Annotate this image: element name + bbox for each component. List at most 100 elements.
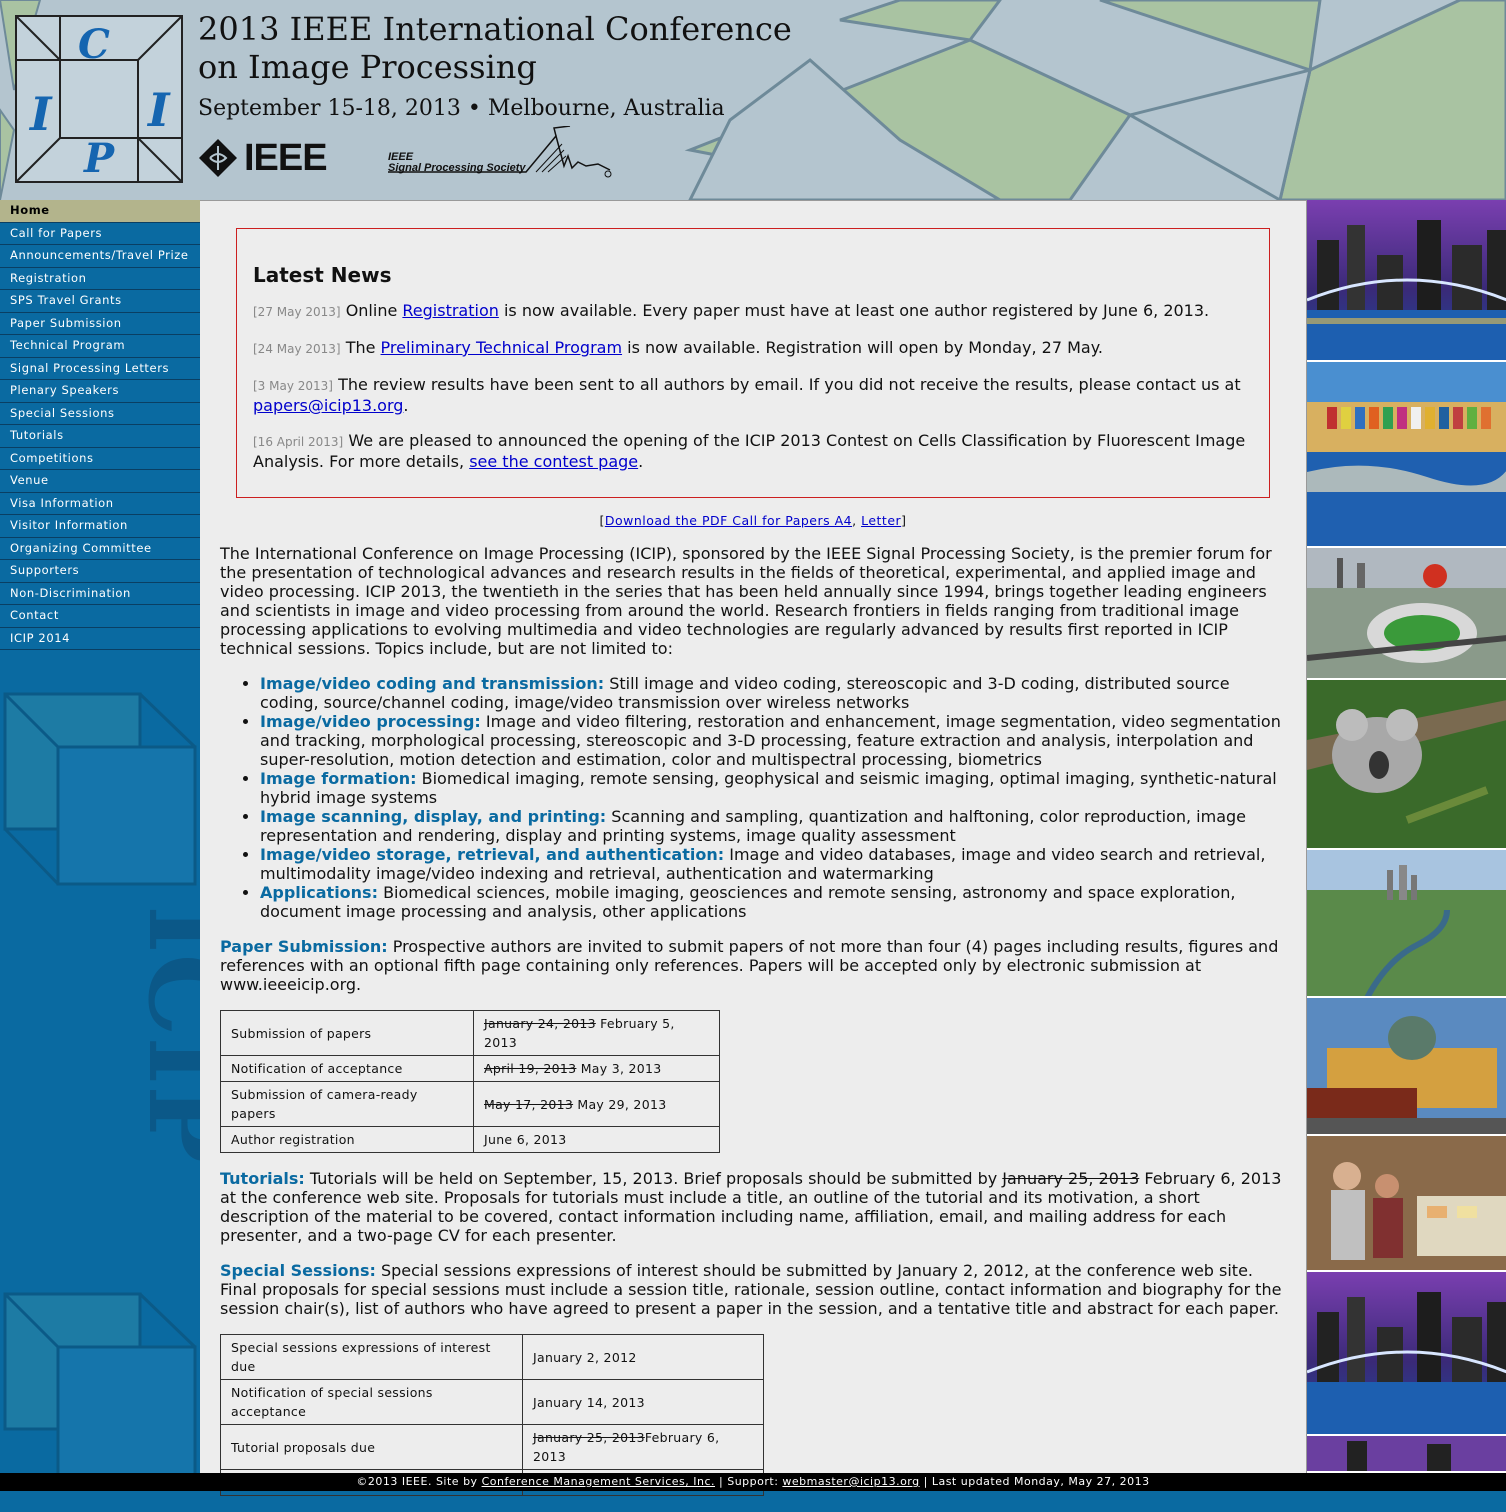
table-row: Notification of special sessions accepta… (220, 1379, 764, 1425)
nav-item-home[interactable]: Home (0, 200, 200, 223)
nav-item-announcements-travel-prize[interactable]: Announcements/Travel Prize (0, 245, 200, 268)
news-link[interactable]: papers@icip13.org (253, 396, 403, 415)
table-row: Submission of papers January 24, 2013 Feb… (220, 1010, 720, 1056)
footer-email-link[interactable]: webmaster@icip13.org (782, 1475, 919, 1488)
news-item: [24 May 2013] The Preliminary Technical … (253, 338, 1253, 359)
ieee-logo-text: IEEE (244, 136, 328, 179)
photo-melbourne-skyline-night (1307, 200, 1506, 362)
nav-item-sps-travel-grants[interactable]: SPS Travel Grants (0, 290, 200, 313)
topic-heading: Image/video processing: (260, 712, 481, 731)
date-label: Notification of special sessions accepta… (220, 1379, 523, 1425)
tutorials-old-date: January 25, 2013 (1002, 1169, 1140, 1188)
footer-support-label: | Support: (715, 1475, 783, 1488)
ieee-diamond-icon (199, 139, 237, 177)
nav-item-contact[interactable]: Contact (0, 605, 200, 628)
nav-item-venue[interactable]: Venue (0, 470, 200, 493)
nav-item-tutorials[interactable]: Tutorials (0, 425, 200, 448)
nav-item-competitions[interactable]: Competitions (0, 447, 200, 470)
news-text-post: . (638, 452, 644, 471)
nav-item-organizing-committee[interactable]: Organizing Committee (0, 537, 200, 560)
topic-item: Image/video coding and transmission: Sti… (260, 674, 1282, 712)
footer-cms-link[interactable]: Conference Management Services, Inc. (482, 1475, 715, 1488)
news-text-pre: Online (340, 301, 403, 320)
date-label: Tutorial proposals due (220, 1424, 523, 1470)
news-link[interactable]: see the contest page (469, 452, 638, 471)
nav-item-call-for-papers[interactable]: Call for Papers (0, 222, 200, 245)
news-text-pre: The review results have been sent to all… (332, 375, 1241, 394)
paper-submission-paragraph: Paper Submission: Prospective authors ar… (220, 937, 1282, 994)
topic-heading: Image scanning, display, and printing: (260, 807, 607, 826)
ieee-logo[interactable]: IEEE (198, 136, 328, 179)
bracket-close: ] (901, 513, 907, 528)
photo-koala (1307, 680, 1506, 850)
topic-item: Applications: Biomedical sciences, mobil… (260, 883, 1282, 921)
latest-news-box: Latest News [27 May 2013] Online Registr… (236, 228, 1270, 498)
main-nav: Home Call for Papers Announcements/Travel … (0, 200, 200, 650)
separator: , (852, 513, 862, 528)
main-content: Latest News [27 May 2013] Online Registr… (200, 200, 1306, 1496)
old-date: April 19, 2013 (484, 1061, 577, 1076)
photo-melbourne-skyline-night-2 (1307, 1272, 1506, 1436)
site-header: C I I P 2013 IEEE International Conferen… (0, 0, 1506, 200)
news-date: [3 May 2013] (253, 379, 333, 393)
topics-list: Image/video coding and transmission: Sti… (220, 674, 1282, 921)
nav-item-signal-processing-letters[interactable]: Signal Processing Letters (0, 357, 200, 380)
new-date: May 29, 2013 (573, 1096, 667, 1112)
topic-item: Image scanning, display, and printing: S… (260, 807, 1282, 845)
photo-melbourne-aerial (1307, 850, 1506, 998)
date-label: Notification of acceptance (220, 1055, 474, 1082)
nav-item-plenary-speakers[interactable]: Plenary Speakers (0, 380, 200, 403)
news-text-pre: The (340, 338, 381, 357)
topic-heading: Applications: (260, 883, 378, 902)
nav-item-icip-2014[interactable]: ICIP 2014 (0, 627, 200, 650)
nav-item-technical-program[interactable]: Technical Program (0, 335, 200, 358)
intro-paragraph: The International Conference on Image Pr… (220, 544, 1272, 658)
latest-news-title: Latest News (253, 263, 392, 287)
news-item: [3 May 2013] The review results have bee… (253, 375, 1253, 415)
date-label: Author registration (220, 1126, 474, 1153)
download-letter-link[interactable]: Letter (861, 513, 901, 528)
svg-text:P: P (83, 135, 116, 182)
date-value: June 6, 2013 (473, 1126, 720, 1153)
nav-item-non-discrimination[interactable]: Non-Discrimination (0, 582, 200, 605)
tutorials-text-pre: Tutorials will be held on September, 15,… (304, 1169, 1003, 1188)
nav-item-supporters[interactable]: Supporters (0, 560, 200, 583)
news-link[interactable]: Preliminary Technical Program (381, 338, 623, 357)
table-row: Author registration June 6, 2013 (220, 1126, 720, 1153)
nav-item-visa-information[interactable]: Visa Information (0, 492, 200, 515)
new-date: May 3, 2013 (576, 1061, 662, 1076)
news-item: [16 April 2013] We are pleased to announ… (253, 431, 1253, 471)
old-date: January 24, 2013 (484, 1016, 596, 1031)
sidebar: Home Call for Papers Announcements/Travel … (0, 200, 200, 1473)
svg-text:I: I (28, 87, 53, 141)
icip-cube-icon: C I I P (15, 15, 183, 183)
tutorials-paragraph: Tutorials: Tutorials will be held on Sep… (220, 1169, 1282, 1245)
sidebar-watermark-text: ICIP (125, 905, 200, 1163)
title-line-1: 2013 IEEE International Conference (198, 10, 792, 48)
footer-copyright: ©2013 IEEE. Site by (356, 1475, 482, 1488)
title-line-2: on Image Processing (198, 48, 537, 86)
special-sessions-text: Special sessions expressions of interest… (220, 1261, 1282, 1318)
nav-item-registration[interactable]: Registration (0, 267, 200, 290)
news-text-pre: We are pleased to announced the opening … (253, 431, 1246, 471)
date-value: January 2, 2012 (522, 1334, 764, 1380)
news-list: [27 May 2013] Online Registration is now… (253, 301, 1253, 471)
nav-item-visitor-information[interactable]: Visitor Information (0, 515, 200, 538)
new-date: June 6, 2013 (484, 1132, 567, 1147)
important-dates-table: Submission of papers January 24, 2013 Feb… (220, 1010, 720, 1153)
icip-logo: C I I P (14, 14, 184, 184)
date-label: Special sessions expressions of interest… (220, 1334, 523, 1380)
sps-logo[interactable]: IEEE Signal Processing Society (386, 125, 616, 180)
news-text-post: is now available. Registration will open… (622, 338, 1103, 357)
photo-market-stall (1307, 1136, 1506, 1272)
table-row: Tutorial proposals due January 25, 2013Fe… (220, 1424, 764, 1470)
photo-bottom-strip (1307, 1436, 1506, 1473)
download-a4-link[interactable]: Download the PDF Call for Papers A4 (605, 513, 852, 528)
sps-logo-text: IEEE Signal Processing Society (388, 152, 526, 174)
nav-item-paper-submission[interactable]: Paper Submission (0, 312, 200, 335)
nav-item-special-sessions[interactable]: Special Sessions (0, 402, 200, 425)
table-row: Special sessions expressions of interest… (220, 1334, 764, 1380)
news-link[interactable]: Registration (402, 301, 498, 320)
svg-text:I: I (146, 83, 171, 137)
special-sessions-heading: Special Sessions: (220, 1261, 376, 1280)
